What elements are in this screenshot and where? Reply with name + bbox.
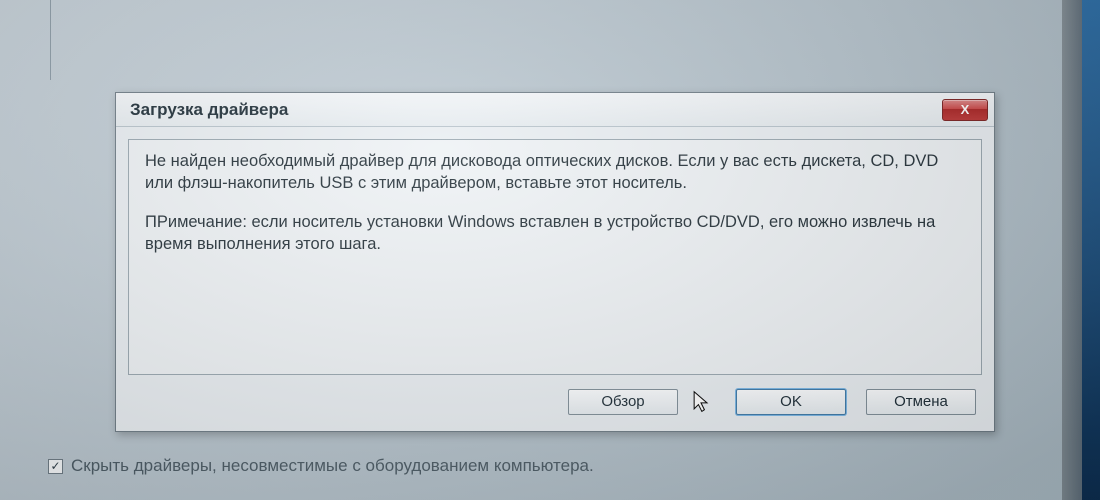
dialog-title: Загрузка драйвера: [130, 100, 288, 120]
dialog-content: Не найден необходимый драйвер для дисков…: [128, 139, 982, 375]
close-icon: X: [961, 102, 970, 117]
close-button[interactable]: X: [942, 99, 988, 121]
dialog-message-primary: Не найден необходимый драйвер для дисков…: [145, 150, 965, 195]
monitor-bezel: [1062, 0, 1100, 500]
hide-incompatible-checkbox[interactable]: [48, 459, 63, 474]
cancel-button[interactable]: Отмена: [866, 389, 976, 415]
hide-incompatible-row[interactable]: Скрыть драйверы, несовместимые с оборудо…: [48, 456, 594, 476]
load-driver-dialog: Загрузка драйвера X Не найден необходимы…: [115, 92, 995, 432]
dialog-message-note: ПРимечание: если носитель установки Wind…: [145, 211, 965, 256]
ok-button[interactable]: OK: [736, 389, 846, 415]
parent-wizard-frame-edge: [50, 0, 1020, 80]
hide-incompatible-label: Скрыть драйверы, несовместимые с оборудо…: [71, 456, 594, 476]
dialog-titlebar: Загрузка драйвера X: [116, 93, 994, 127]
dialog-button-row: Обзор OK Отмена: [568, 389, 976, 415]
cursor-icon: [692, 390, 710, 414]
browse-button[interactable]: Обзор: [568, 389, 678, 415]
